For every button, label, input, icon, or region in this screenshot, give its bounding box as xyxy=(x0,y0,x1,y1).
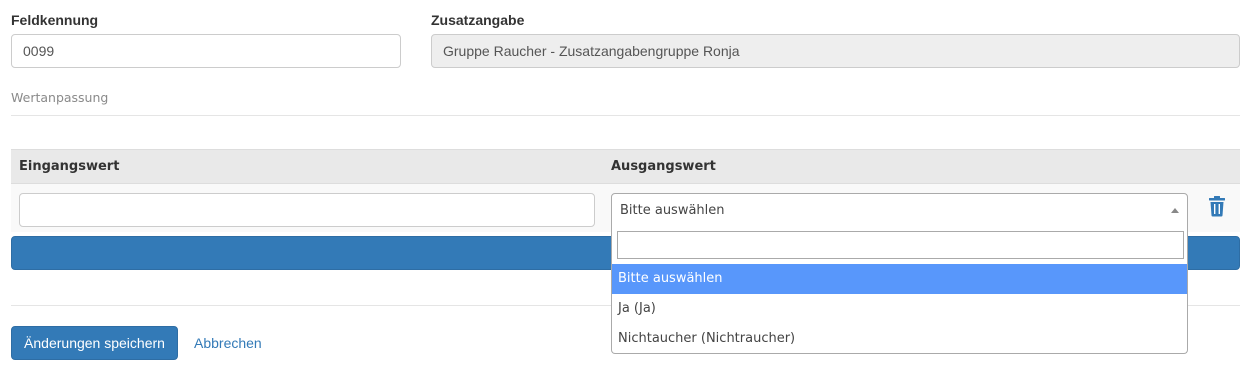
cancel-link[interactable]: Abbrechen xyxy=(194,335,262,351)
feldkennung-label: Feldkennung xyxy=(11,12,99,28)
table-header: Eingangswert Ausgangswert xyxy=(11,149,1240,184)
eingangswert-input[interactable] xyxy=(19,193,595,227)
column-header-eingangswert: Eingangswert xyxy=(19,159,120,174)
select-selected-value: Bitte auswählen xyxy=(620,203,725,218)
dropdown-option[interactable]: Nichtaucher (Nichtraucher) xyxy=(612,324,1187,354)
dropdown-search-input[interactable] xyxy=(617,231,1184,259)
feldkennung-input[interactable] xyxy=(11,34,401,68)
section-title-wertanpassung: Wertanpassung xyxy=(11,90,109,105)
section-divider xyxy=(11,115,1240,116)
save-button[interactable]: Änderungen speichern xyxy=(11,326,178,360)
select-dropdown: Bitte auswählen Ja (Ja) Nichtaucher (Nic… xyxy=(611,226,1188,354)
zusatzangabe-label: Zusatzangabe xyxy=(431,12,525,28)
zusatzangabe-field: Gruppe Raucher - Zusatzangabengruppe Ron… xyxy=(431,34,1240,68)
column-header-ausgangswert: Ausgangswert xyxy=(611,159,716,174)
trash-icon[interactable] xyxy=(1207,195,1227,217)
dropdown-option[interactable]: Bitte auswählen xyxy=(612,264,1187,294)
dropdown-option[interactable]: Ja (Ja) xyxy=(612,294,1187,324)
ausgangswert-select[interactable]: Bitte auswählen xyxy=(611,193,1188,227)
caret-up-icon xyxy=(1171,208,1179,213)
